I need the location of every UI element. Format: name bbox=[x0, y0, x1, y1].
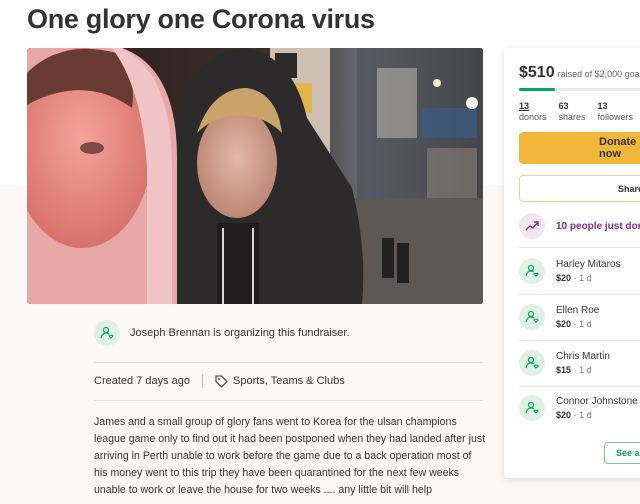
divider bbox=[519, 247, 640, 248]
category-link[interactable]: Sports, Teams & Clubs bbox=[215, 374, 345, 388]
share-button[interactable]: Share bbox=[519, 175, 640, 202]
stat-label: shares bbox=[558, 112, 586, 122]
trend-text: 10 people just donated bbox=[556, 220, 640, 232]
donation-amount: $20 bbox=[556, 319, 572, 329]
divider bbox=[94, 400, 483, 401]
progress-bar bbox=[519, 88, 640, 91]
campaign-meta: Created 7 days ago Sports, Teams & Clubs bbox=[94, 374, 345, 388]
trending-up-icon bbox=[519, 213, 545, 239]
campaign-title: One glory one Corona virus bbox=[27, 4, 375, 34]
separator bbox=[202, 374, 204, 388]
donation-item: Harley Mitaros $20 · 1 d bbox=[519, 258, 620, 284]
donate-button[interactable]: Donate now bbox=[519, 132, 640, 164]
trend-notice: 10 people just donated bbox=[519, 213, 640, 239]
donor-name: Harley Mitaros bbox=[556, 259, 621, 270]
category-label: Sports, Teams & Clubs bbox=[233, 375, 345, 387]
tag-icon bbox=[215, 374, 228, 388]
stats-row: 13 donors 63 shares 13 followers bbox=[519, 101, 640, 123]
divider bbox=[519, 386, 640, 387]
organizer-row: Joseph Brennan is organizing this fundra… bbox=[94, 320, 350, 346]
stat-value: 13 bbox=[519, 101, 530, 111]
donation-time: 1 d bbox=[579, 273, 592, 283]
progress-fill bbox=[519, 88, 555, 91]
person-heart-icon bbox=[519, 304, 545, 330]
donation-time: 1 d bbox=[579, 319, 592, 329]
person-heart-icon bbox=[94, 320, 120, 346]
organizer-text: Joseph Brennan is organizing this fundra… bbox=[130, 327, 350, 339]
donor-name: Connor Johnstone bbox=[556, 396, 638, 407]
goal-text: raised of $2,000 goal bbox=[557, 69, 640, 79]
donation-panel: $510 raised of $2,000 goal 13 donors 63 s… bbox=[504, 48, 640, 478]
campaign-photo bbox=[27, 48, 483, 304]
divider bbox=[519, 294, 640, 295]
donation-time: 1 d bbox=[579, 410, 592, 420]
donation-amount: $20 bbox=[556, 410, 572, 420]
donation-item: Connor Johnstone $20 · 1 d bbox=[519, 395, 638, 421]
raised-amount: $510 bbox=[519, 64, 555, 81]
stat-donors[interactable]: 13 donors bbox=[519, 101, 547, 123]
person-heart-icon bbox=[519, 350, 545, 376]
donation-time: 1 d bbox=[579, 365, 592, 375]
stat-value: 63 bbox=[558, 101, 569, 111]
see-all-button[interactable]: See all bbox=[604, 442, 640, 464]
person-heart-icon bbox=[519, 258, 545, 284]
story-text: James and a small group of glory fans we… bbox=[94, 416, 486, 496]
donation-amount: $15 bbox=[556, 365, 572, 375]
donation-item: Ellen Roe $20 · 1 d bbox=[519, 304, 599, 330]
person-heart-icon bbox=[519, 395, 545, 421]
created-date: Created 7 days ago bbox=[94, 375, 191, 387]
stat-label: donors bbox=[519, 112, 547, 122]
donation-item: Chris Martin $15 · 1 d bbox=[519, 350, 610, 376]
divider bbox=[519, 340, 640, 341]
donor-name: Ellen Roe bbox=[556, 305, 600, 316]
stat-followers: 13 followers bbox=[598, 101, 634, 123]
stat-label: followers bbox=[597, 112, 634, 122]
donor-name: Chris Martin bbox=[556, 351, 610, 362]
raised-summary: $510 raised of $2,000 goal bbox=[519, 64, 640, 82]
donation-amount: $20 bbox=[556, 273, 572, 283]
divider bbox=[94, 362, 483, 363]
stat-shares: 63 shares bbox=[559, 101, 586, 123]
stat-value: 13 bbox=[597, 101, 608, 111]
